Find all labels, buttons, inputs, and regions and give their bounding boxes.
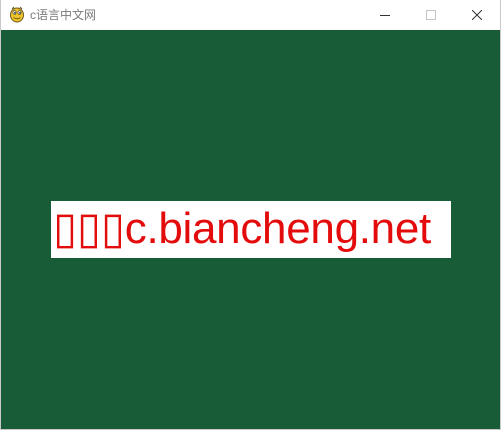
- window-title: c语言中文网: [30, 8, 97, 22]
- game-canvas[interactable]: ▯▯▯c.biancheng.net: [1, 30, 500, 429]
- maximize-icon: [426, 10, 436, 20]
- close-button[interactable]: [454, 0, 500, 30]
- text-label: ▯▯▯c.biancheng.net: [53, 204, 431, 253]
- title-bar[interactable]: c语言中文网: [1, 0, 500, 30]
- maximize-button[interactable]: [408, 0, 454, 30]
- minimize-icon: [380, 10, 390, 20]
- app-window: c语言中文网 ▯▯▯c.biancheng.net: [0, 0, 501, 430]
- minimize-button[interactable]: [362, 0, 408, 30]
- text-label-box: ▯▯▯c.biancheng.net: [51, 201, 451, 258]
- python-snake-icon: [9, 6, 25, 23]
- close-icon: [472, 10, 482, 20]
